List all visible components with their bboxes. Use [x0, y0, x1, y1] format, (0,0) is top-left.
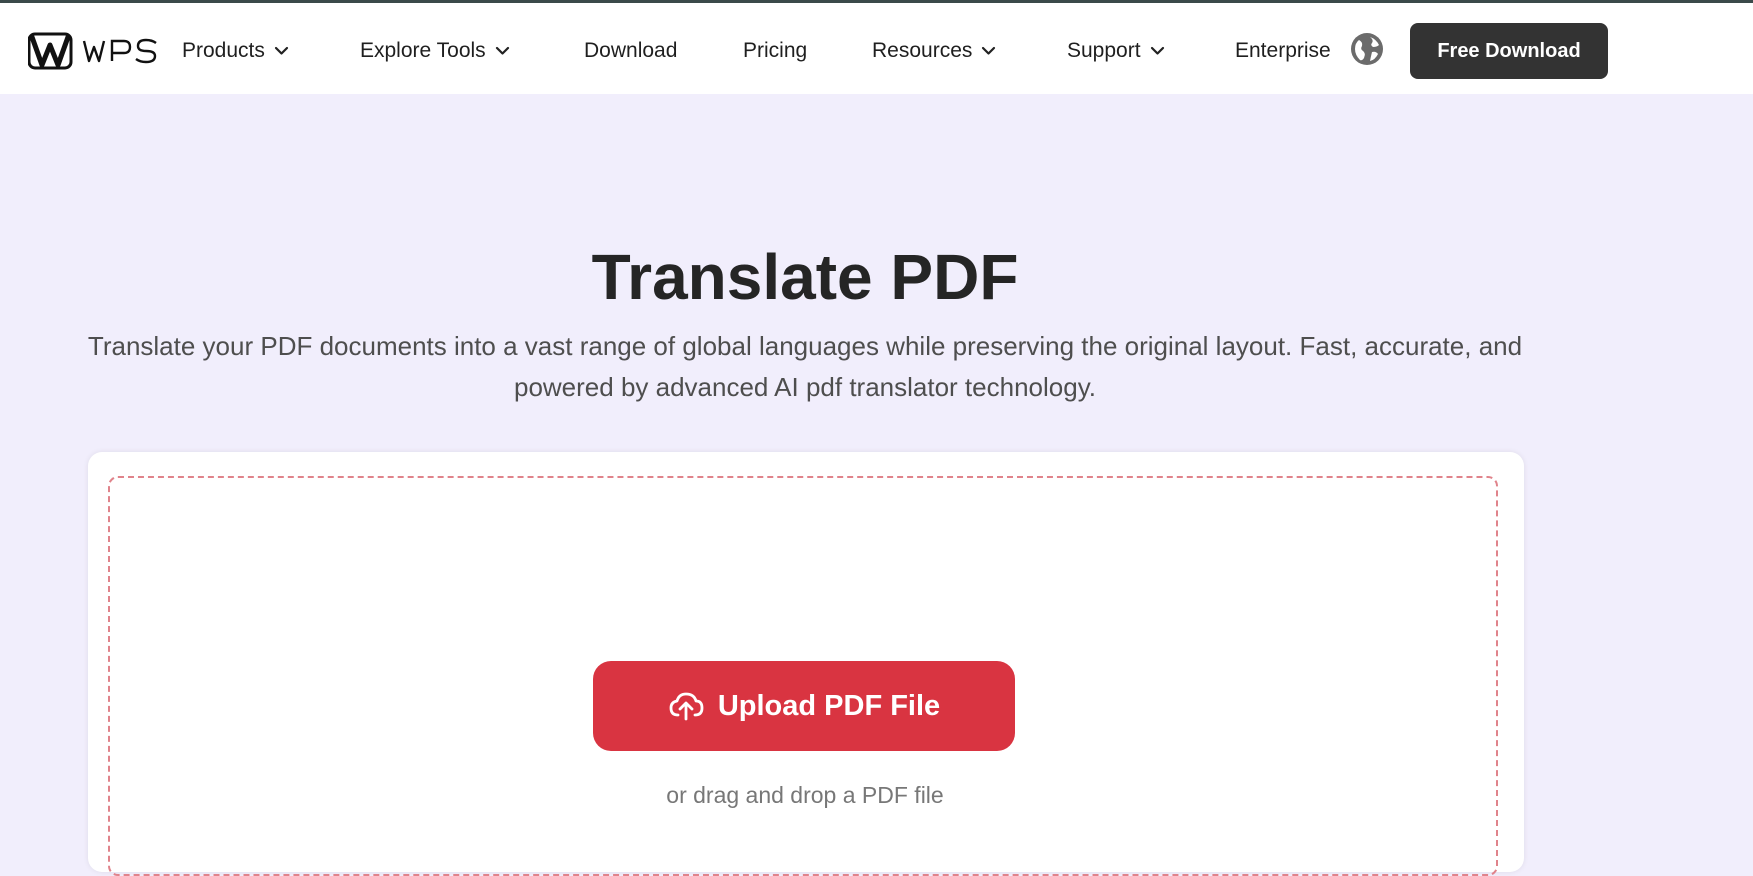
- nav-enterprise-label: Enterprise: [1235, 39, 1331, 62]
- chevron-down-icon: [274, 46, 288, 55]
- nav-support[interactable]: Support: [1067, 36, 1165, 66]
- page-subtitle: Translate your PDF documents into a vast…: [87, 331, 1523, 402]
- nav-pricing[interactable]: Pricing: [743, 36, 807, 66]
- upload-button-label: Upload PDF File: [717, 689, 941, 722]
- drag-drop-hint: or drag and drop a PDF file: [666, 782, 944, 808]
- nav-enterprise[interactable]: Enterprise: [1235, 36, 1331, 66]
- cloud-upload-icon: [669, 692, 704, 721]
- navbar: Products Explore Tools Download Pricing …: [0, 3, 1753, 94]
- globe-icon[interactable]: [1350, 32, 1384, 66]
- chevron-down-icon: [1150, 46, 1164, 55]
- nav-explore-tools[interactable]: Explore Tools: [360, 36, 510, 66]
- nav-support-label: Support: [1067, 39, 1141, 62]
- nav-explore-tools-label: Explore Tools: [360, 39, 486, 62]
- nav-pricing-label: Pricing: [743, 39, 808, 62]
- page-title: Translate PDF: [591, 241, 1019, 313]
- nav-download[interactable]: Download: [584, 36, 677, 66]
- nav-resources[interactable]: Resources: [872, 36, 996, 66]
- upload-pdf-button[interactable]: Upload PDF File: [593, 661, 1015, 751]
- free-download-button[interactable]: Free Download: [1410, 23, 1608, 79]
- nav-download-label: Download: [584, 39, 678, 62]
- nav-resources-label: Resources: [872, 39, 973, 62]
- nav-products[interactable]: Products: [182, 36, 289, 66]
- nav-products-label: Products: [182, 39, 265, 62]
- chevron-down-icon: [982, 46, 996, 55]
- chevron-down-icon: [495, 46, 509, 55]
- wps-logo-icon[interactable]: [28, 31, 170, 71]
